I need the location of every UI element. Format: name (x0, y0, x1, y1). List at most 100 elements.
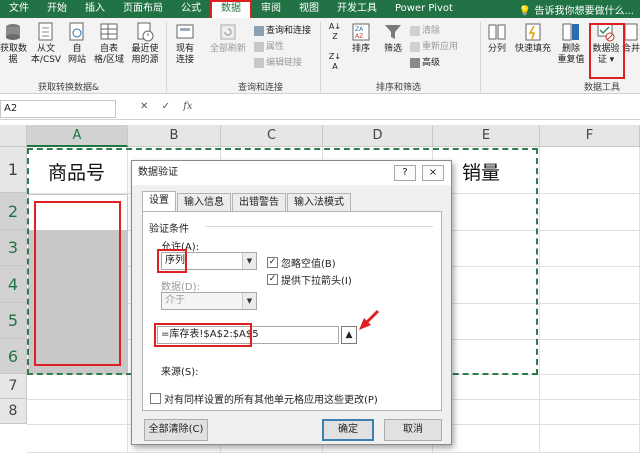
remove-duplicates-button[interactable]: 删除 重复值 (556, 22, 586, 66)
data-validation-dialog: 数据验证 ? × 设置 输入信息 出错警告 输入法模式 验证条件 允许(A): … (131, 160, 452, 445)
sort-ascending-button[interactable]: A↓ Z (324, 22, 346, 44)
group-divider (320, 22, 321, 92)
tab-ime-mode[interactable]: 输入法模式 (287, 193, 351, 211)
tell-me-box[interactable]: 💡 告诉我你想要做什么... (519, 2, 640, 17)
group-divider (480, 22, 481, 92)
sort-az-icon: A↓ Z (328, 22, 342, 41)
tab-page-layout[interactable]: 页面布局 (114, 0, 172, 18)
group-label-data-tools: 数据工具 (584, 83, 621, 93)
tab-view[interactable]: 视图 (290, 0, 328, 18)
edit-links-icon (254, 58, 264, 68)
data-value: 介于 (165, 295, 185, 306)
in-cell-dropdown-checkbox[interactable]: ✓ 提供下拉箭头(I) (267, 272, 352, 287)
dialog-title: 数据验证 (138, 167, 178, 178)
range-highlight (34, 201, 121, 366)
formula-bar: A2 ✕ ✓ fx (0, 98, 640, 120)
apply-all-checkbox[interactable]: 对有同样设置的所有其他单元格应用这些更改(P) (150, 391, 378, 406)
close-button[interactable]: × (422, 165, 444, 181)
table-icon (99, 22, 119, 42)
tab-file[interactable]: 文件 (0, 0, 38, 18)
row-header-2[interactable]: 2 (0, 193, 27, 230)
tab-power-pivot[interactable]: Power Pivot (386, 0, 462, 18)
flash-fill-button[interactable]: 快速填充 (512, 22, 554, 55)
red-arrow-icon (359, 309, 380, 330)
row-header-4[interactable]: 4 (0, 266, 27, 303)
database-icon (3, 22, 23, 42)
column-header-a[interactable]: A (27, 125, 128, 147)
column-header-f[interactable]: F (540, 125, 640, 147)
tab-review[interactable]: 审阅 (252, 0, 290, 18)
clear-filter-button[interactable]: 清除 (410, 24, 440, 38)
refresh-all-button[interactable]: 全部刷新 (206, 22, 250, 55)
tab-error-alert[interactable]: 出错警告 (232, 193, 286, 211)
select-all-corner[interactable] (0, 125, 27, 147)
text-to-columns-button[interactable]: 分列 (484, 22, 510, 55)
enter-icon[interactable]: ✓ (162, 101, 170, 112)
reapply-button[interactable]: 重新应用 (410, 40, 458, 54)
row-header-6[interactable]: 6 (0, 339, 27, 374)
properties-button[interactable]: 属性 (254, 40, 284, 54)
tab-input-message[interactable]: 输入信息 (177, 193, 231, 211)
sort-button[interactable]: ZA AZ 排序 (348, 22, 374, 55)
clear-all-button[interactable]: 全部清除(C) (144, 419, 208, 441)
advanced-filter-button[interactable]: 高级 (410, 56, 440, 70)
properties-icon (254, 42, 264, 52)
tab-formulas[interactable]: 公式 (172, 0, 210, 18)
tell-me-text: 告诉我你想要做什么... (534, 5, 634, 17)
tab-developer[interactable]: 开发工具 (328, 0, 386, 18)
source-label: 来源(S): (161, 367, 199, 378)
data-validation-highlight (589, 23, 625, 79)
get-external-data-button[interactable]: 获取数 据 (0, 22, 27, 66)
queries-connections-button[interactable]: 查询和连接 (254, 24, 311, 38)
edit-links-button[interactable]: 编辑链接 (254, 56, 302, 70)
from-table-button[interactable]: 自表 格/区域 (92, 22, 126, 66)
split-columns-icon (487, 22, 507, 42)
remove-duplicates-label: 删除 重复值 (557, 44, 585, 65)
text-to-columns-label: 分列 (487, 44, 506, 54)
row-header-7[interactable]: 7 (0, 374, 27, 399)
group-label-queries: 查询和连接 (238, 83, 284, 93)
ok-button[interactable]: 确定 (322, 419, 374, 441)
filter-button[interactable]: 筛选 (380, 22, 406, 55)
reapply-icon (410, 42, 420, 52)
formula-buttons: ✕ ✓ fx (140, 101, 203, 112)
svg-text:ZA: ZA (355, 26, 364, 33)
sort-label: 排序 (351, 44, 370, 54)
sort-descending-button[interactable]: Z↓ A (324, 52, 346, 74)
cancel-icon[interactable]: ✕ (140, 101, 148, 112)
data-dropdown[interactable]: 介于 ▼ (161, 292, 257, 310)
ignore-blank-checkbox[interactable]: ✓ 忽略空值(B) (267, 255, 336, 270)
tab-insert[interactable]: 插入 (76, 0, 114, 18)
tab-home[interactable]: 开始 (38, 0, 76, 18)
column-header-c[interactable]: C (221, 125, 323, 147)
row-header-5[interactable]: 5 (0, 303, 27, 339)
from-text-csv-button[interactable]: 从文 本/CSV (30, 22, 62, 66)
collapse-dialog-button[interactable]: ▲ (341, 326, 357, 344)
clock-file-icon (135, 22, 155, 42)
group-divider (166, 22, 167, 92)
edit-links-label: 编辑链接 (266, 58, 303, 68)
refresh-icon (218, 22, 238, 42)
reapply-label: 重新应用 (422, 42, 459, 52)
help-button[interactable]: ? (394, 165, 416, 181)
name-box[interactable]: A2 (0, 100, 116, 118)
tab-data[interactable]: 数据 (210, 0, 252, 18)
row-header-3[interactable]: 3 (0, 230, 27, 266)
tab-settings[interactable]: 设置 (142, 191, 176, 211)
section-divider (205, 226, 433, 227)
existing-connections-button[interactable]: 现有 连接 (170, 22, 200, 66)
clear-filter-label: 清除 (422, 26, 441, 36)
column-header-d[interactable]: D (323, 125, 433, 147)
from-web-button[interactable]: 自 网站 (64, 22, 90, 66)
function-icon[interactable]: fx (183, 101, 192, 112)
column-header-b[interactable]: B (128, 125, 221, 147)
ignore-blank-label: 忽略空值(B) (281, 259, 336, 270)
row-header-8[interactable]: 8 (0, 399, 27, 424)
row-header-1[interactable]: 1 (0, 147, 27, 193)
column-header-e[interactable]: E (433, 125, 540, 147)
sort-za-icon: Z↓ A (328, 52, 342, 71)
recent-sources-button[interactable]: 最近使 用的源 (128, 22, 162, 66)
ignore-blank-check-icon: ✓ (267, 257, 278, 268)
lightbulb-icon: 💡 (518, 5, 532, 17)
cancel-button[interactable]: 取消 (384, 419, 442, 441)
